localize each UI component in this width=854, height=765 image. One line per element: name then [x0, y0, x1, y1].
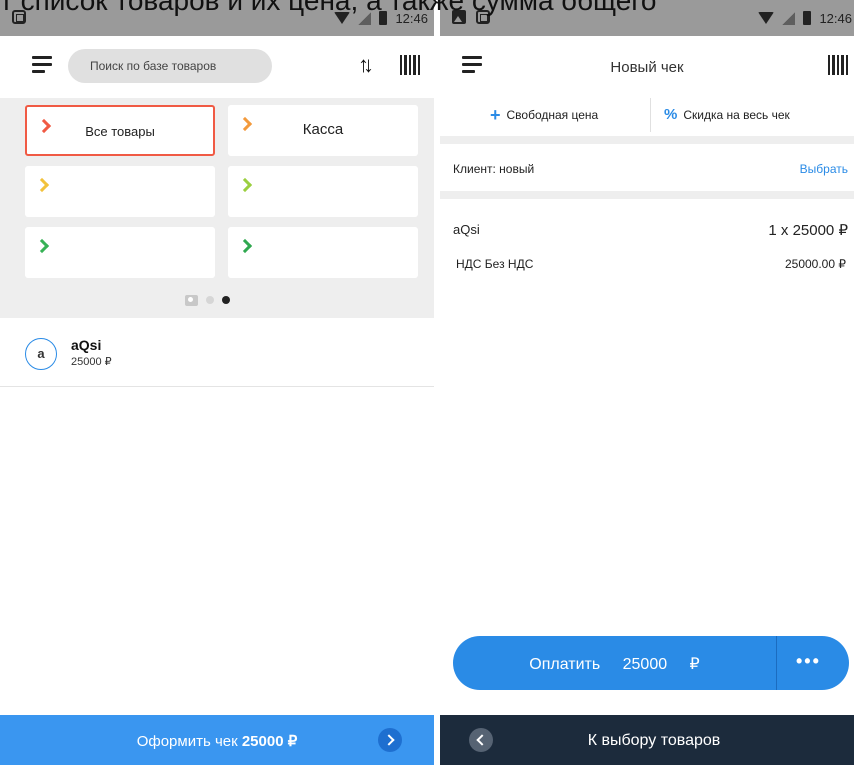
percent-icon: % [664, 106, 678, 123]
category-tile-empty[interactable] [228, 166, 418, 217]
search-input[interactable]: Поиск по базе товаров [68, 49, 272, 83]
pay-button[interactable]: Оплатить 25000 ₽ ••• [453, 636, 849, 690]
receipt-pane: 12:46 Новый чек + Свободная цена % Скидк… [440, 0, 854, 765]
sort-icon[interactable]: ↑↓ [358, 52, 374, 78]
actions-divider [650, 98, 651, 132]
back-label: К выбору товаров [587, 732, 721, 749]
category-tile-empty[interactable] [25, 166, 215, 217]
category-tile-label: Касса [302, 121, 344, 138]
chevron-right-icon[interactable] [378, 728, 402, 752]
back-to-products-button[interactable]: К выбору товаров [440, 715, 854, 765]
pay-separator [776, 636, 777, 690]
list-item[interactable]: a aQsi 25000 ₽ [0, 318, 434, 387]
chevron-right-icon [237, 177, 253, 193]
line-item-name: aQsi [453, 222, 480, 237]
catalog-toolbar: Поиск по базе товаров ↑↓ [0, 36, 434, 98]
page-title: Новый чек [610, 59, 684, 76]
category-tile-label: Все товары [85, 124, 155, 139]
avatar: a [25, 338, 57, 370]
checkout-label: Оформить чек [136, 733, 238, 750]
category-tile-empty[interactable] [228, 227, 418, 278]
camera-icon[interactable] [185, 294, 198, 306]
pager-dot[interactable] [206, 296, 214, 304]
vat-label: НДС Без НДС [456, 257, 534, 271]
client-row: Клиент: новый Выбрать [440, 144, 854, 191]
product-price: 25000 ₽ [71, 356, 112, 368]
discount-label: Скидка на весь чек [683, 108, 790, 122]
category-tile-all-products[interactable]: Все товары [25, 105, 215, 156]
category-tile-empty[interactable] [25, 227, 215, 278]
vat-sum: 25000.00 ₽ [784, 257, 846, 271]
free-price-button[interactable]: + Свободная цена [490, 105, 599, 125]
pay-label: Оплатить 25000 ₽ [529, 656, 700, 673]
tile-pager [185, 293, 230, 307]
receipt-actions: + Свободная цена % Скидка на весь чек [440, 94, 854, 136]
receipt-toolbar: Новый чек [440, 36, 854, 98]
discount-button[interactable]: % Скидка на весь чек [664, 106, 790, 123]
caption-text: т список товаров и их цена, а также сумм… [0, 0, 657, 16]
chevron-right-icon [34, 238, 50, 254]
menu-icon[interactable] [32, 56, 52, 74]
pager-dot-active[interactable] [222, 296, 230, 304]
line-item-qty-price: 1 x 25000 ₽ [768, 222, 848, 239]
product-name: aQsi [71, 337, 102, 353]
chevron-right-icon [34, 177, 50, 193]
checkout-button[interactable]: Оформить чек 25000 ₽ [0, 715, 434, 765]
category-tile-kassa[interactable]: Касса [228, 105, 418, 156]
checkout-text: Оформить чек 25000 ₽ [0, 732, 434, 750]
product-list: a aQsi 25000 ₽ [0, 318, 434, 715]
client-label: Клиент: новый [453, 162, 535, 176]
select-client-link[interactable]: Выбрать [800, 162, 848, 176]
barcode-scan-icon[interactable] [828, 55, 850, 75]
barcode-scan-icon[interactable] [400, 55, 422, 75]
plus-icon: + [490, 105, 501, 125]
more-options-icon[interactable]: ••• [796, 652, 821, 670]
catalog-pane: 12:46 Поиск по базе товаров ↑↓ Все товар… [0, 0, 434, 765]
chevron-right-icon [237, 238, 253, 254]
free-price-label: Свободная цена [506, 108, 599, 122]
screenshot-root: 12:46 Поиск по базе товаров ↑↓ Все товар… [0, 0, 854, 765]
checkout-total: 25000 ₽ [241, 733, 298, 750]
